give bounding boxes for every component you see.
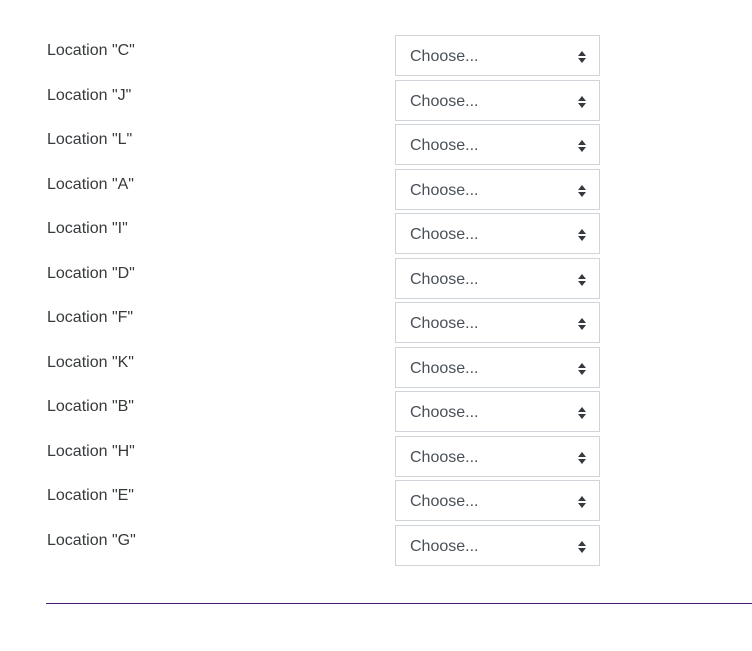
select-value: Choose... bbox=[410, 270, 479, 288]
up-down-arrows-icon bbox=[578, 184, 586, 197]
location-select[interactable]: Choose... bbox=[395, 124, 600, 165]
location-label: Location "A" bbox=[47, 175, 134, 193]
up-down-arrows-icon bbox=[578, 95, 586, 108]
form-row: Location "H" Choose... bbox=[0, 435, 752, 481]
location-label: Location "G" bbox=[47, 531, 136, 549]
location-label: Location "C" bbox=[47, 42, 135, 59]
form-row: Location "K" Choose... bbox=[0, 346, 752, 392]
form-row: Location "E" Choose... bbox=[0, 480, 752, 525]
location-label: Location "H" bbox=[47, 442, 135, 460]
location-label: Location "L" bbox=[47, 131, 133, 148]
location-label: Location "E" bbox=[47, 487, 134, 504]
form-row: Location "A" Choose... bbox=[0, 168, 752, 214]
location-select[interactable]: Choose... bbox=[395, 257, 600, 299]
up-down-arrows-icon bbox=[578, 273, 586, 286]
form-row: Location "F" Choose... bbox=[0, 302, 752, 347]
location-select[interactable]: Choose... bbox=[395, 435, 600, 477]
up-down-arrows-icon bbox=[578, 318, 586, 330]
location-label: Location "K" bbox=[47, 353, 134, 371]
location-select[interactable]: Choose... bbox=[395, 391, 600, 432]
form-row: Location "C" Choose... bbox=[0, 35, 752, 80]
select-value: Choose... bbox=[410, 181, 479, 199]
location-select[interactable]: Choose... bbox=[395, 524, 600, 566]
up-down-arrows-icon bbox=[578, 140, 586, 152]
select-value: Choose... bbox=[410, 226, 479, 243]
form-row: Location "I" Choose... bbox=[0, 213, 752, 258]
select-value: Choose... bbox=[410, 404, 479, 421]
select-value: Choose... bbox=[410, 315, 479, 332]
location-select[interactable]: Choose... bbox=[395, 213, 600, 254]
form-row: Location "G" Choose... bbox=[0, 524, 752, 570]
up-down-arrows-icon bbox=[578, 451, 586, 464]
form-row: Location "B" Choose... bbox=[0, 391, 752, 436]
up-down-arrows-icon bbox=[578, 362, 586, 375]
select-value: Choose... bbox=[410, 92, 479, 110]
up-down-arrows-icon bbox=[578, 51, 586, 63]
location-select[interactable]: Choose... bbox=[395, 35, 600, 76]
location-select[interactable]: Choose... bbox=[395, 346, 600, 388]
select-value: Choose... bbox=[410, 493, 479, 510]
select-value: Choose... bbox=[410, 537, 479, 555]
select-value: Choose... bbox=[410, 48, 479, 65]
location-label: Location "F" bbox=[47, 309, 134, 326]
up-down-arrows-icon bbox=[578, 407, 586, 419]
location-label: Location "D" bbox=[47, 264, 135, 282]
location-select[interactable]: Choose... bbox=[395, 79, 600, 121]
up-down-arrows-icon bbox=[578, 540, 586, 553]
location-match-form: Location "C" Choose... Location "J" Choo… bbox=[0, 35, 752, 569]
select-value: Choose... bbox=[410, 137, 479, 154]
location-label: Location "I" bbox=[47, 220, 128, 237]
section-divider bbox=[46, 603, 752, 604]
location-select[interactable]: Choose... bbox=[395, 480, 600, 521]
location-label: Location "B" bbox=[47, 398, 134, 415]
up-down-arrows-icon bbox=[578, 496, 586, 508]
form-row: Location "D" Choose... bbox=[0, 257, 752, 303]
form-row: Location "J" Choose... bbox=[0, 79, 752, 125]
location-select[interactable]: Choose... bbox=[395, 302, 600, 343]
up-down-arrows-icon bbox=[578, 229, 586, 241]
location-select[interactable]: Choose... bbox=[395, 168, 600, 210]
select-value: Choose... bbox=[410, 448, 479, 466]
select-value: Choose... bbox=[410, 359, 479, 377]
location-label: Location "J" bbox=[47, 86, 132, 104]
form-row: Location "L" Choose... bbox=[0, 124, 752, 169]
